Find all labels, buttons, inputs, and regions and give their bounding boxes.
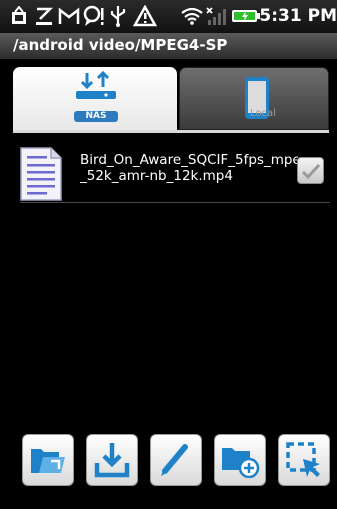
new-folder-icon [222,448,260,478]
tab-indicator [13,130,329,133]
signal-icon [205,5,227,27]
location-icon [83,5,105,27]
tab-local-label: Local [250,108,276,119]
gmail-icon [57,5,81,27]
status-bar: 5:31 PM [0,0,337,33]
open-folder-button[interactable] [22,434,74,486]
warning-icon [133,5,157,27]
new-folder-button[interactable] [214,434,266,486]
usb-icon [108,5,128,27]
select-icon [286,442,320,477]
path-bar: /android video/MPEG4-SP [0,33,337,60]
checkmark-icon [301,163,320,179]
file-checkbox[interactable] [297,157,324,184]
nas-icon [73,70,119,115]
status-clock: 5:31 PM [259,6,337,26]
battery-icon [231,5,261,27]
edit-icon [161,444,188,476]
notification-icon [9,5,29,27]
current-path: /android video/MPEG4-SP [13,36,228,54]
open-folder-icon [31,449,65,473]
select-button[interactable] [278,434,330,486]
document-icon [17,146,65,206]
download-button[interactable] [86,434,138,486]
download-icon [94,443,130,478]
file-name-line2: _52k_amr-nb_12k.mp4 [80,168,233,184]
list-divider [20,202,330,203]
edit-button[interactable] [150,434,202,486]
tab-nas-label: NAS [74,111,118,122]
wifi-icon [181,5,203,27]
file-name: Bird_On_Aware_SQCIF_5fps_mpeg _52k_amr-n… [80,152,298,184]
tab-local[interactable] [179,67,329,130]
usb-debug-icon [33,5,55,27]
file-name-line1: Bird_On_Aware_SQCIF_5fps_mpeg [80,152,298,168]
